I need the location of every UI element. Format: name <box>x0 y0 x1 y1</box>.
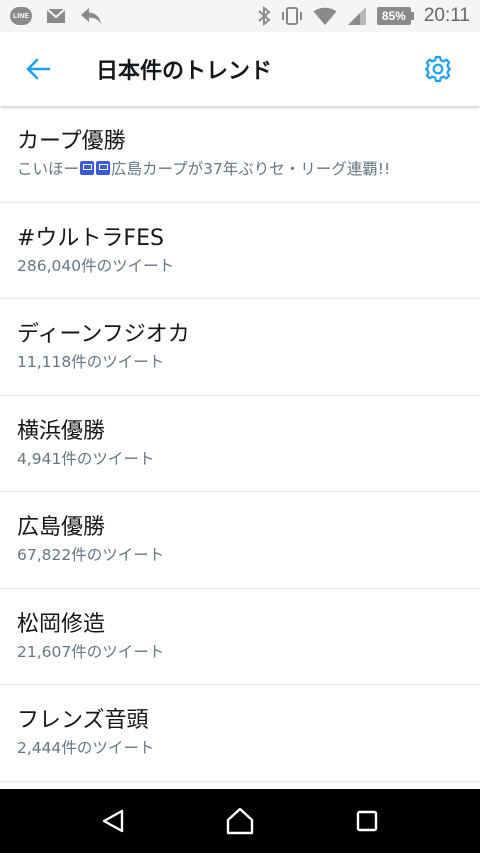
trend-item[interactable]: ディーンフジオカ 11,118件のツイート <box>0 299 480 396</box>
trend-name: フレンズ音頭 <box>17 708 149 733</box>
trend-item[interactable]: フレンズ音頭 2,444件のツイート <box>0 685 480 782</box>
settings-button[interactable] <box>408 32 468 106</box>
clock: 20:11 <box>423 5 470 26</box>
tweet-count: 286,040件のツイート <box>17 256 175 275</box>
trend-item[interactable]: 松岡修造 21,607件のツイート <box>0 589 480 685</box>
back-triangle-icon <box>103 809 124 833</box>
battery-level: 85% <box>376 7 411 25</box>
flag-emoji-icon <box>80 161 95 175</box>
home-icon <box>226 807 254 835</box>
nav-recents-button[interactable] <box>337 789 397 853</box>
line-app-icon: LINE <box>10 7 32 25</box>
trend-name: カープ優勝 <box>17 129 126 154</box>
app-header: 日本件のトレンド <box>0 32 480 106</box>
trend-name: 松岡修造 <box>17 611 106 637</box>
trend-name: 横浜優勝 <box>17 418 106 444</box>
trend-item[interactable]: カープ優勝 こいほー 広島カープが37年ぶりセ・リーグ連覇!! <box>0 106 480 203</box>
gear-icon <box>424 55 452 83</box>
tweet-count: 4,941件のツイート <box>17 449 155 468</box>
tweet-count: 11,118件のツイート <box>17 353 165 371</box>
battery-indicator: 85% <box>376 7 414 25</box>
tweet-count: 2,444件のツイート <box>17 739 155 757</box>
trend-item[interactable]: 横浜優勝 4,941件のツイート <box>0 396 480 492</box>
recents-square-icon <box>356 810 377 832</box>
tweet-count: 21,607件のツイート <box>17 642 165 661</box>
nav-home-button[interactable] <box>210 789 270 853</box>
nav-back-button[interactable] <box>83 789 143 853</box>
page-title: 日本件のトレンド <box>96 59 273 84</box>
trend-item[interactable]: #ウルトラFES 286,040件のツイート <box>0 203 480 299</box>
mail-icon <box>46 8 66 23</box>
notification-icons: LINE <box>10 7 102 25</box>
reply-icon <box>81 8 101 24</box>
vibrate-icon <box>281 7 302 25</box>
trend-description-prefix: こいほー <box>17 160 80 178</box>
trend-name: 広島優勝 <box>17 515 106 540</box>
status-bar: LINE 85% 20:11 <box>0 0 480 32</box>
system-navigation-bar <box>0 789 480 853</box>
trend-description: こいほー 広島カープが37年ぶりセ・リーグ連覇!! <box>17 158 463 180</box>
line-app-label: LINE <box>13 12 29 20</box>
trend-name: ディーンフジオカ <box>17 322 190 347</box>
cell-signal-icon <box>347 7 366 25</box>
back-button[interactable] <box>0 32 76 106</box>
system-icons: 85% 20:11 <box>257 5 470 27</box>
tweet-count: 67,822件のツイート <box>17 546 165 564</box>
trend-name: #ウルトラFES <box>17 225 164 251</box>
flag-emoji-icon <box>96 161 111 175</box>
wifi-icon <box>313 7 337 25</box>
back-arrow-icon <box>26 58 51 80</box>
trend-description-text: 広島カープが37年ぶりセ・リーグ連覇!! <box>111 160 391 178</box>
trend-list: カープ優勝 こいほー 広島カープが37年ぶりセ・リーグ連覇!! #ウルトラFES … <box>0 106 480 789</box>
trend-item[interactable]: 広島優勝 67,822件のツイート <box>0 492 480 589</box>
bluetooth-icon <box>258 6 271 26</box>
